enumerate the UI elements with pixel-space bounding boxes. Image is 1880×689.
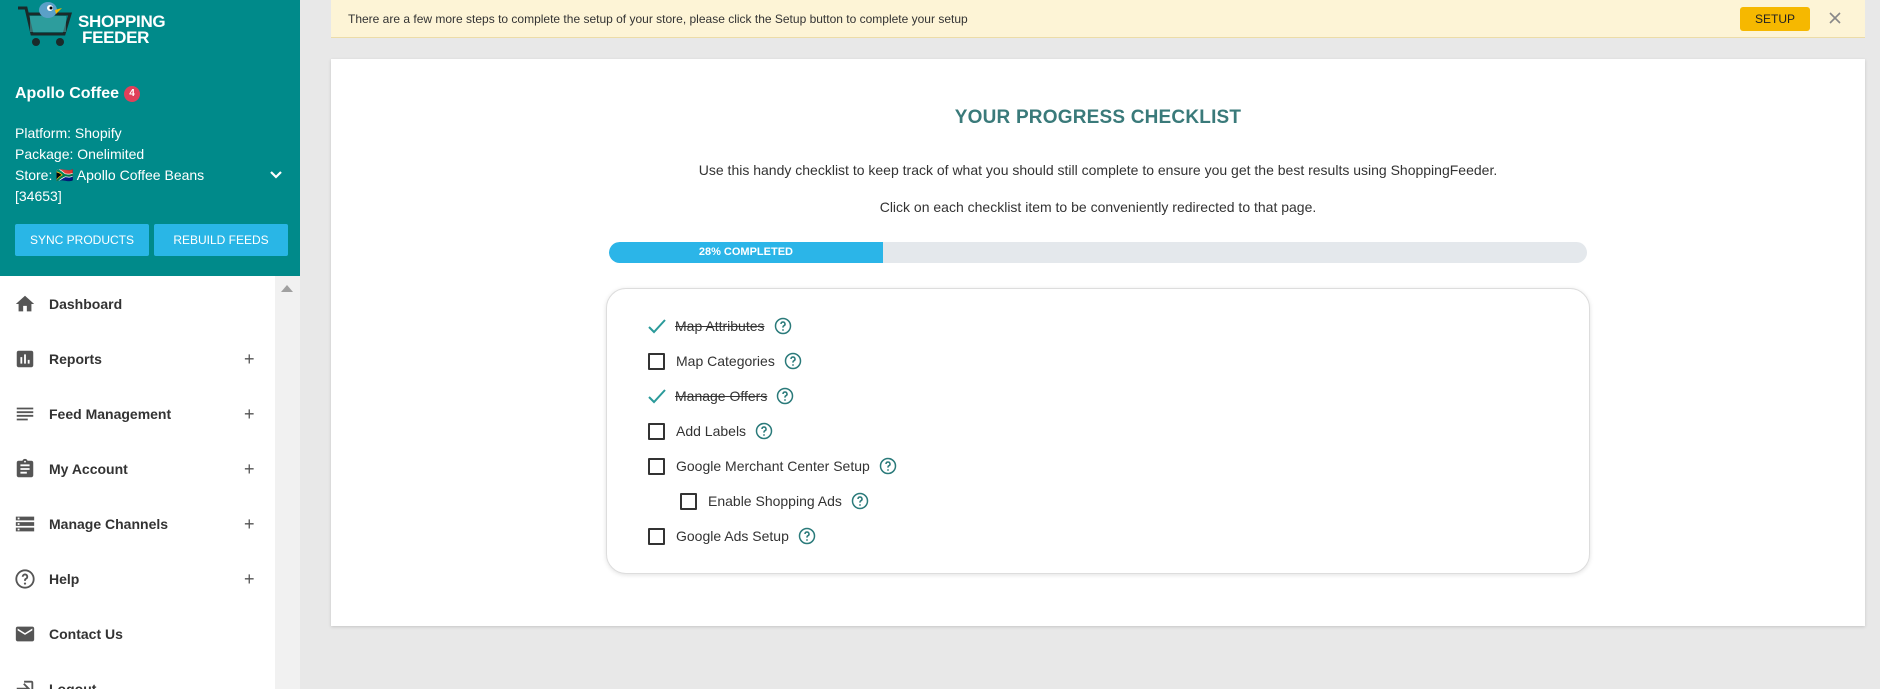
checkmark-icon (648, 318, 666, 333)
logo-line-2: FEEDER (82, 28, 150, 47)
menu-item-my-account[interactable]: My Account + (0, 449, 275, 489)
mail-icon (15, 626, 35, 642)
checklist-label: Manage Offers (675, 388, 768, 404)
checklist-panel: Map Attributes Map Categories Manage Off… (606, 288, 1590, 574)
rebuild-feeds-button[interactable]: REBUILD FEEDS (154, 224, 288, 256)
checkbox[interactable] (648, 527, 665, 545)
close-icon[interactable] (1828, 11, 1842, 25)
help-icon[interactable] (776, 387, 794, 405)
shopping-cart-logo-icon (18, 2, 73, 46)
checklist-label: Enable Shopping Ads (708, 493, 842, 509)
help-icon[interactable] (798, 527, 816, 545)
menu-label: Feed Management (49, 406, 172, 422)
help-circle-icon (15, 569, 35, 589)
store-name: Apollo Coffee 4 (15, 85, 140, 103)
help-icon[interactable] (755, 422, 773, 440)
menu-label: Manage Channels (49, 516, 169, 532)
checklist-label: Add Labels (676, 423, 747, 439)
chevron-down-icon[interactable] (268, 167, 284, 183)
sidebar: SHOPPING FEEDER Apollo Coffee 4 Platform:… (0, 0, 300, 689)
storage-icon (15, 516, 35, 532)
checklist-item-map-categories[interactable]: Map Categories (648, 350, 802, 372)
checklist-item-enable-shopping-ads[interactable]: Enable Shopping Ads (680, 490, 869, 512)
progress-fill: 28% COMPLETED (609, 242, 883, 263)
menu-label: Logout (49, 681, 97, 689)
setup-alert: There are a few more steps to complete t… (331, 0, 1865, 38)
platform-info: Platform: Shopify (15, 125, 122, 141)
logout-icon (16, 680, 34, 689)
setup-button[interactable]: SETUP (1740, 7, 1810, 31)
menu-item-dashboard[interactable]: Dashboard (0, 284, 275, 324)
menu-label: Help (49, 571, 80, 587)
checkbox[interactable] (648, 422, 665, 440)
menu-item-manage-channels[interactable]: Manage Channels + (0, 504, 275, 544)
expand-icon[interactable]: + (244, 514, 255, 535)
help-icon[interactable] (784, 352, 802, 370)
store-id: [34653] (15, 188, 62, 204)
checklist-item-manage-offers[interactable]: Manage Offers (647, 385, 794, 407)
menu-item-contact-us[interactable]: Contact Us (0, 614, 275, 654)
menu-label: Contact Us (49, 626, 123, 642)
alert-text: There are a few more steps to complete t… (348, 12, 968, 26)
home-icon (15, 295, 35, 312)
store-panel: SHOPPING FEEDER Apollo Coffee 4 Platform:… (0, 0, 300, 276)
help-icon[interactable] (851, 492, 869, 510)
checklist-item-google-merchant-center-setup[interactable]: Google Merchant Center Setup (648, 455, 897, 477)
expand-icon[interactable]: + (244, 569, 255, 590)
list-icon (16, 407, 34, 421)
bar-chart-icon (16, 350, 34, 368)
checkbox[interactable] (648, 352, 665, 370)
checklist-item-google-ads-setup[interactable]: Google Ads Setup (648, 525, 816, 547)
checklist-item-add-labels[interactable]: Add Labels (648, 420, 773, 442)
menu-label: Reports (49, 351, 102, 367)
checklist-item-map-attributes[interactable]: Map Attributes (647, 315, 792, 337)
sidebar-scrollbar[interactable] (275, 276, 300, 689)
checklist-description: Use this handy checklist to keep track o… (698, 162, 1498, 178)
progress-bar: 28% COMPLETED (609, 242, 1587, 263)
page-title: YOUR PROGRESS CHECKLIST (954, 107, 1242, 128)
menu-item-logout[interactable]: Logout (0, 669, 275, 689)
checkmark-icon (648, 388, 666, 403)
store-name-label: Apollo Coffee (15, 85, 119, 102)
sync-products-button[interactable]: SYNC PRODUCTS (15, 224, 149, 256)
checklist-instruction: Click on each checklist item to be conve… (879, 199, 1317, 215)
checkbox[interactable] (680, 492, 697, 510)
menu-label: Dashboard (49, 296, 123, 312)
clipboard-icon (16, 458, 34, 478)
notification-badge[interactable]: 4 (124, 86, 140, 102)
store-info: Store: 🇿🇦 Apollo Coffee Beans (15, 167, 205, 183)
expand-icon[interactable]: + (244, 459, 255, 480)
menu-item-help[interactable]: Help + (0, 559, 275, 599)
progress-card: YOUR PROGRESS CHECKLIST Use this handy c… (331, 59, 1865, 626)
logo[interactable]: SHOPPING FEEDER (14, 0, 166, 52)
menu-item-reports[interactable]: Reports + (0, 339, 275, 379)
menu-label: My Account (49, 461, 128, 477)
expand-icon[interactable]: + (244, 404, 255, 425)
checklist-label: Map Attributes (675, 318, 765, 334)
menu-item-feed-management[interactable]: Feed Management + (0, 394, 275, 434)
help-icon[interactable] (774, 317, 792, 335)
expand-icon[interactable]: + (244, 349, 255, 370)
checklist-label: Google Ads Setup (676, 528, 789, 544)
checkbox[interactable] (648, 457, 665, 475)
scroll-up-icon[interactable] (281, 285, 293, 292)
package-info: Package: Onelimited (15, 146, 145, 162)
help-icon[interactable] (879, 457, 897, 475)
checklist-label: Google Merchant Center Setup (676, 458, 870, 474)
checklist-label: Map Categories (676, 353, 775, 369)
